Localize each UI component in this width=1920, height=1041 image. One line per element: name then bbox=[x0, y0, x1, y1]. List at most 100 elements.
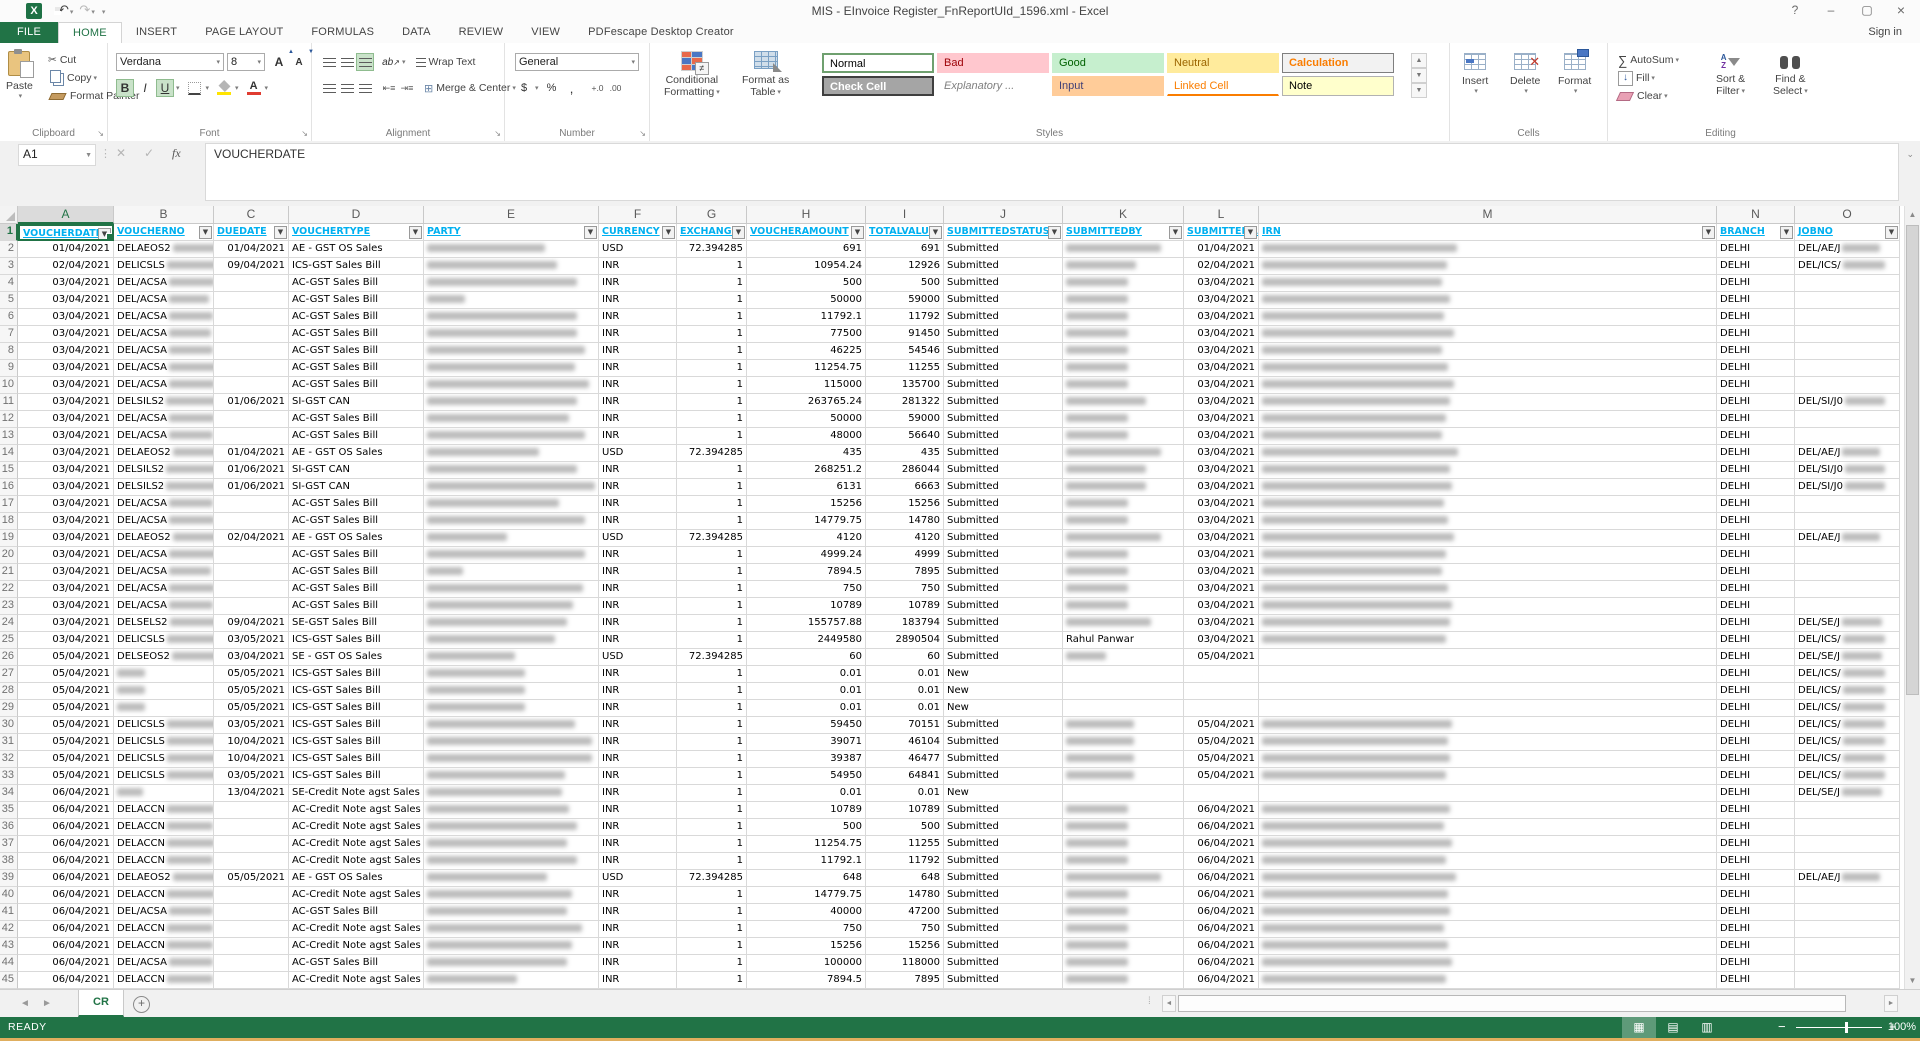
row-header-23[interactable]: 23 bbox=[0, 598, 18, 615]
cell-M7[interactable] bbox=[1259, 326, 1717, 343]
cell-G30[interactable]: 1 bbox=[677, 717, 747, 734]
cell-L35[interactable]: 06/04/2021 bbox=[1184, 802, 1259, 819]
cell-B36[interactable]: DELACCN bbox=[114, 819, 214, 836]
cell-G38[interactable]: 1 bbox=[677, 853, 747, 870]
cell-F2[interactable]: USD bbox=[599, 241, 677, 258]
cell-M34[interactable] bbox=[1259, 785, 1717, 802]
row-header-30[interactable]: 30 bbox=[0, 717, 18, 734]
cell-K3[interactable] bbox=[1063, 258, 1184, 275]
header-cell-vouchertype[interactable]: VOUCHERTYPE▼ bbox=[289, 224, 424, 241]
row-header-1[interactable]: 1 bbox=[0, 224, 18, 241]
grow-font-button[interactable]: A▲ bbox=[270, 53, 288, 71]
cell-N13[interactable]: DELHI bbox=[1717, 428, 1795, 445]
column-header-M[interactable]: M bbox=[1259, 206, 1717, 224]
cell-I23[interactable]: 10789 bbox=[866, 598, 944, 615]
row-header-18[interactable]: 18 bbox=[0, 513, 18, 530]
cell-E3[interactable] bbox=[424, 258, 599, 275]
row-header-33[interactable]: 33 bbox=[0, 768, 18, 785]
cell-K10[interactable] bbox=[1063, 377, 1184, 394]
row-header-3[interactable]: 3 bbox=[0, 258, 18, 275]
header-cell-voucherdate[interactable]: VOUCHERDATE▼ bbox=[18, 224, 114, 241]
cell-C36[interactable] bbox=[214, 819, 289, 836]
cell-J28[interactable]: New bbox=[944, 683, 1063, 700]
cell-A15[interactable]: 03/04/2021 bbox=[18, 462, 114, 479]
cell-C35[interactable] bbox=[214, 802, 289, 819]
sort-filter-button[interactable]: AZ Sort & Filter▾ bbox=[1716, 51, 1745, 97]
cell-H20[interactable]: 4999.24 bbox=[747, 547, 866, 564]
cell-C28[interactable]: 05/05/2021 bbox=[214, 683, 289, 700]
cell-M20[interactable] bbox=[1259, 547, 1717, 564]
cell-E8[interactable] bbox=[424, 343, 599, 360]
cell-J43[interactable]: Submitted bbox=[944, 938, 1063, 955]
cell-F39[interactable]: USD bbox=[599, 870, 677, 887]
align-center-button[interactable] bbox=[338, 79, 356, 97]
cell-O45[interactable] bbox=[1795, 972, 1900, 989]
cell-F43[interactable]: INR bbox=[599, 938, 677, 955]
fill-button[interactable]: ↓Fill▾ bbox=[1618, 69, 1679, 87]
cell-I42[interactable]: 750 bbox=[866, 921, 944, 938]
percent-format-button[interactable]: % bbox=[543, 79, 561, 97]
cell-E2[interactable] bbox=[424, 241, 599, 258]
cell-F35[interactable]: INR bbox=[599, 802, 677, 819]
cell-G33[interactable]: 1 bbox=[677, 768, 747, 785]
cell-C4[interactable] bbox=[214, 275, 289, 292]
cell-K26[interactable] bbox=[1063, 649, 1184, 666]
cell-G37[interactable]: 1 bbox=[677, 836, 747, 853]
row-header-45[interactable]: 45 bbox=[0, 972, 18, 989]
cell-H14[interactable]: 435 bbox=[747, 445, 866, 462]
cell-K33[interactable] bbox=[1063, 768, 1184, 785]
cell-F17[interactable]: INR bbox=[599, 496, 677, 513]
wrap-text-button[interactable]: Wrap Text bbox=[416, 56, 476, 68]
cell-L25[interactable]: 03/04/2021 bbox=[1184, 632, 1259, 649]
cell-O23[interactable] bbox=[1795, 598, 1900, 615]
cell-A13[interactable]: 03/04/2021 bbox=[18, 428, 114, 445]
cell-B11[interactable]: DELSILS2 bbox=[114, 394, 214, 411]
cell-N23[interactable]: DELHI bbox=[1717, 598, 1795, 615]
cell-B16[interactable]: DELSILS2 bbox=[114, 479, 214, 496]
cell-H36[interactable]: 500 bbox=[747, 819, 866, 836]
cell-N45[interactable]: DELHI bbox=[1717, 972, 1795, 989]
cell-F22[interactable]: INR bbox=[599, 581, 677, 598]
style-linked-cell[interactable]: Linked Cell bbox=[1167, 76, 1279, 96]
column-header-B[interactable]: B bbox=[114, 206, 214, 224]
cell-C19[interactable]: 02/04/2021 bbox=[214, 530, 289, 547]
cell-J27[interactable]: New bbox=[944, 666, 1063, 683]
cell-A27[interactable]: 05/04/2021 bbox=[18, 666, 114, 683]
cell-L23[interactable]: 03/04/2021 bbox=[1184, 598, 1259, 615]
cell-H38[interactable]: 11792.1 bbox=[747, 853, 866, 870]
zoom-slider-track[interactable] bbox=[1796, 1027, 1882, 1028]
cell-A6[interactable]: 03/04/2021 bbox=[18, 309, 114, 326]
cell-E40[interactable] bbox=[424, 887, 599, 904]
cell-M33[interactable] bbox=[1259, 768, 1717, 785]
cell-J25[interactable]: Submitted bbox=[944, 632, 1063, 649]
cell-C8[interactable] bbox=[214, 343, 289, 360]
cell-I29[interactable]: 0.01 bbox=[866, 700, 944, 717]
cell-F19[interactable]: USD bbox=[599, 530, 677, 547]
cell-M42[interactable] bbox=[1259, 921, 1717, 938]
cell-O11[interactable]: DEL/SI/J0 bbox=[1795, 394, 1900, 411]
row-header-17[interactable]: 17 bbox=[0, 496, 18, 513]
cell-C12[interactable] bbox=[214, 411, 289, 428]
cell-A39[interactable]: 06/04/2021 bbox=[18, 870, 114, 887]
cell-E44[interactable] bbox=[424, 955, 599, 972]
font-dialog-launcher-icon[interactable]: ↘ bbox=[301, 129, 308, 138]
cell-M23[interactable] bbox=[1259, 598, 1717, 615]
cell-L27[interactable] bbox=[1184, 666, 1259, 683]
cell-I24[interactable]: 183794 bbox=[866, 615, 944, 632]
cell-I10[interactable]: 135700 bbox=[866, 377, 944, 394]
cell-L26[interactable]: 05/04/2021 bbox=[1184, 649, 1259, 666]
cell-I27[interactable]: 0.01 bbox=[866, 666, 944, 683]
cell-H40[interactable]: 14779.75 bbox=[747, 887, 866, 904]
cell-N35[interactable]: DELHI bbox=[1717, 802, 1795, 819]
cell-K4[interactable] bbox=[1063, 275, 1184, 292]
fill-color-dropdown-icon[interactable]: ▾ bbox=[235, 84, 239, 92]
cell-N41[interactable]: DELHI bbox=[1717, 904, 1795, 921]
cell-D16[interactable]: SI-GST CAN bbox=[289, 479, 424, 496]
cell-E17[interactable] bbox=[424, 496, 599, 513]
column-header-G[interactable]: G bbox=[677, 206, 747, 224]
cell-E23[interactable] bbox=[424, 598, 599, 615]
cell-G40[interactable]: 1 bbox=[677, 887, 747, 904]
cell-C40[interactable] bbox=[214, 887, 289, 904]
cell-M6[interactable] bbox=[1259, 309, 1717, 326]
cell-L8[interactable]: 03/04/2021 bbox=[1184, 343, 1259, 360]
